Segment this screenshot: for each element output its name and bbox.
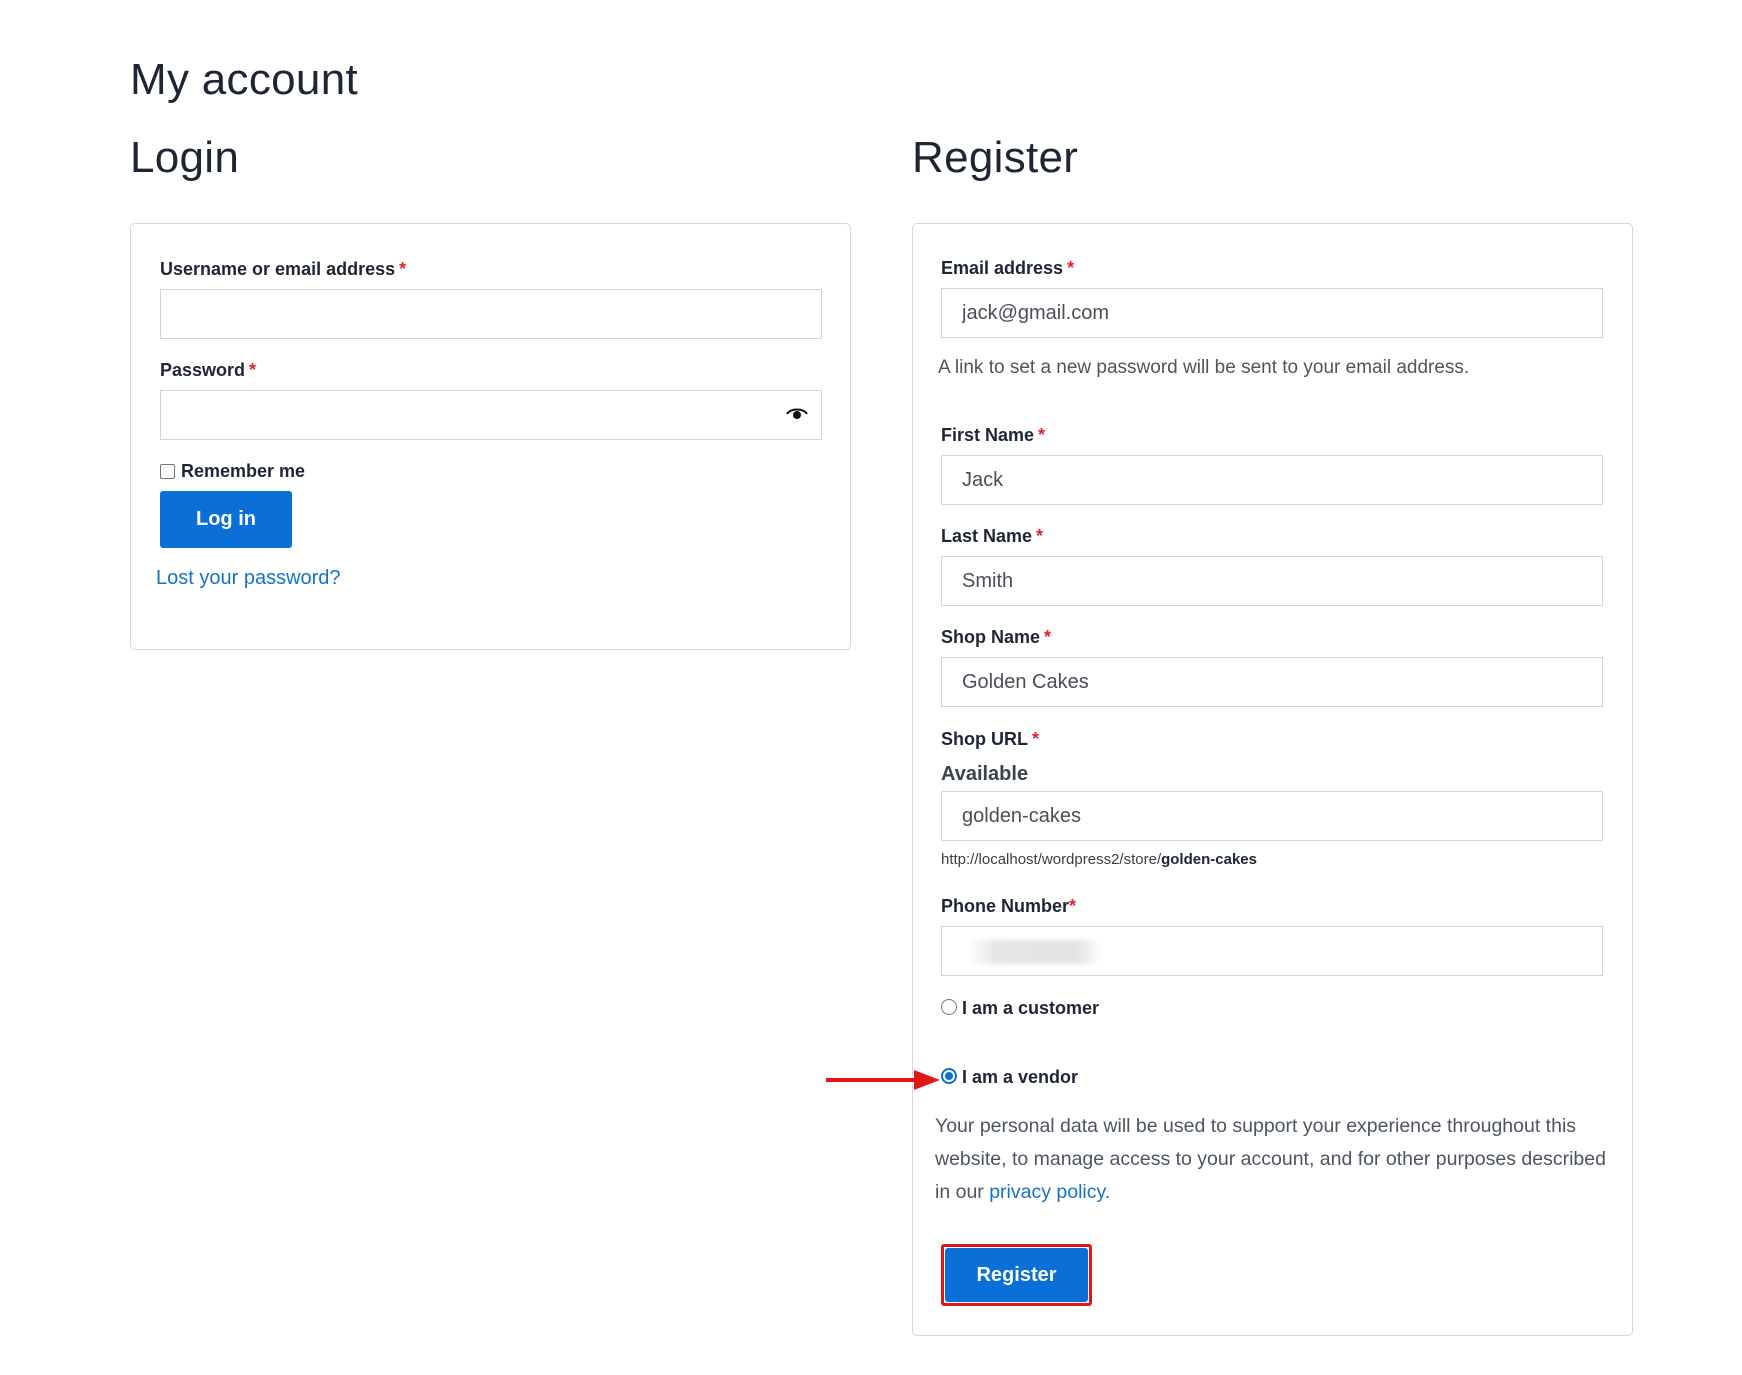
privacy-policy-link[interactable]: privacy policy bbox=[989, 1181, 1105, 1203]
lost-password-link[interactable]: Lost your password? bbox=[156, 567, 341, 590]
remember-me-checkbox[interactable] bbox=[160, 464, 175, 479]
required-marker: * bbox=[399, 259, 407, 279]
eye-icon[interactable] bbox=[786, 407, 808, 421]
required-marker: * bbox=[1036, 526, 1044, 546]
customer-radio[interactable] bbox=[941, 999, 957, 1015]
password-field bbox=[160, 390, 822, 440]
privacy-notice: Your personal data will be used to suppo… bbox=[935, 1110, 1615, 1209]
last-name-label-text: Last Name bbox=[941, 526, 1033, 546]
email-label: Email address * bbox=[941, 258, 1074, 279]
shop-url-input[interactable] bbox=[941, 791, 1603, 841]
password-input[interactable] bbox=[160, 390, 822, 440]
last-name-input[interactable] bbox=[941, 556, 1603, 606]
shop-name-label-text: Shop Name bbox=[941, 627, 1041, 647]
password-label-text: Password bbox=[160, 360, 246, 380]
vendor-radio[interactable] bbox=[941, 1068, 957, 1084]
log-in-button[interactable]: Log in bbox=[160, 491, 292, 548]
shop-url-slug: golden-cakes bbox=[1161, 851, 1257, 868]
remember-me-label: Remember me bbox=[181, 461, 306, 481]
login-form: Username or email address * Password * Rem… bbox=[130, 223, 851, 650]
arrow-right-icon bbox=[826, 1070, 940, 1090]
register-heading: Register bbox=[912, 133, 1079, 182]
phone-label: Phone Number* bbox=[941, 896, 1076, 917]
login-heading: Login bbox=[130, 133, 240, 182]
required-marker: * bbox=[1032, 729, 1040, 749]
email-label-text: Email address bbox=[941, 258, 1064, 278]
required-marker: * bbox=[249, 360, 257, 380]
privacy-text-end: . bbox=[1104, 1181, 1111, 1203]
page-title: My account bbox=[130, 55, 358, 104]
vendor-radio-label: I am a vendor bbox=[962, 1067, 1079, 1087]
redacted-phone-value bbox=[968, 940, 1103, 964]
shop-name-label: Shop Name * bbox=[941, 627, 1051, 648]
last-name-label: Last Name * bbox=[941, 526, 1043, 547]
email-input[interactable] bbox=[941, 288, 1603, 338]
password-label: Password * bbox=[160, 360, 256, 381]
required-marker: * bbox=[1044, 627, 1052, 647]
shop-name-input[interactable] bbox=[941, 657, 1603, 707]
required-marker: * bbox=[1038, 425, 1046, 445]
first-name-label: First Name * bbox=[941, 425, 1045, 446]
username-input[interactable] bbox=[160, 289, 822, 339]
shop-url-availability: Available bbox=[941, 763, 1029, 785]
customer-radio-label: I am a customer bbox=[962, 998, 1100, 1018]
shop-url-prefix: http://localhost/wordpress2/store/ bbox=[941, 851, 1162, 868]
first-name-input[interactable] bbox=[941, 455, 1603, 505]
required-marker: * bbox=[1069, 896, 1077, 916]
username-label: Username or email address * bbox=[160, 259, 406, 280]
email-hint: A link to set a new password will be sen… bbox=[938, 357, 1470, 378]
phone-label-text: Phone Number bbox=[941, 896, 1070, 916]
username-label-text: Username or email address bbox=[160, 259, 396, 279]
shop-url-label: Shop URL * bbox=[941, 729, 1039, 750]
shop-url-label-text: Shop URL bbox=[941, 729, 1028, 749]
shop-url-preview: http://localhost/wordpress2/store/golden… bbox=[941, 851, 1257, 868]
register-button[interactable]: Register bbox=[945, 1248, 1088, 1302]
first-name-label-text: First Name bbox=[941, 425, 1035, 445]
required-marker: * bbox=[1067, 258, 1075, 278]
